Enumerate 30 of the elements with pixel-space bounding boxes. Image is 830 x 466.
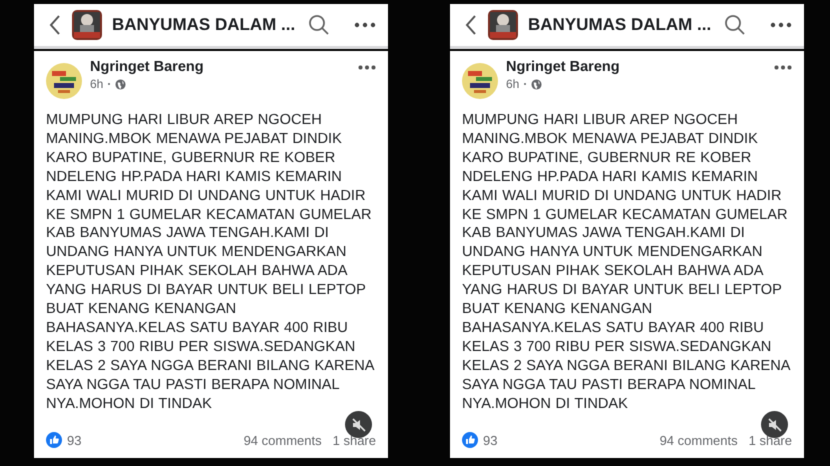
- comment-count[interactable]: 94 comments: [244, 432, 322, 448]
- more-icon[interactable]: [358, 65, 376, 70]
- like-icon: [462, 432, 478, 448]
- more-icon[interactable]: [774, 65, 792, 70]
- share-count[interactable]: 1 share: [748, 432, 792, 448]
- back-icon[interactable]: [464, 14, 478, 36]
- separator-dot: [524, 83, 526, 85]
- reaction-count: 93: [483, 432, 498, 448]
- back-icon[interactable]: [48, 14, 62, 36]
- muted-speaker-icon: [352, 418, 366, 432]
- group-title: BANYUMAS DALAM ...: [112, 15, 296, 35]
- muted-speaker-icon: [768, 418, 782, 432]
- post-text: MUMPUNG HARI LIBUR AREP NGOCEH MANING.MBOK MENAWA PEJABAT DINDIK KARO BUPATINE, GUBERNUR RE KOBER NDELENG HP.PADA HARI KAMIS KEMARIN KAMI WALI MURID DI UNDANG UNTUK HADIR KE SMPN 1 GUMELAR KECAMATAN GUMELAR KAB BANYUMAS JAWA TENGAH.KAMI DI UNDANG HANYA UNTUK MENDENGARKAN KEPUTUSAN PIHAK SEKOLAH BAHWA ADA YANG HARUS DI BAYAR UNTUK BELI LEPTOP BUAT KENANG KENANGAN BAHASANYA.KELAS SATU BAYAR 400 RIBU KELAS 3 700 RIBU PER SISWA.SEDANGKAN KELAS 2 SAYA NGGA BERANI BILANG KARENA SAYA NGGA TAU PASTI BERAPA NOMINAL NYA.MOHON DI TINDAK: [46, 111, 374, 414]
- post-text: MUMPUNG HARI LIBUR AREP NGOCEH MANING.MBOK MENAWA PEJABAT DINDIK KARO BUPATINE, GUBERNUR RE KOBER NDELENG HP.PADA HARI KAMIS KEMARIN KAMI WALI MURID DI UNDANG UNTUK HADIR KE SMPN 1 GUMELAR KECAMATAN GUMELAR KAB BANYUMAS JAWA TENGAH.KAMI DI UNDANG HANYA UNTUK MENDENGARKAN KEPUTUSAN PIHAK SEKOLAH BAHWA ADA YANG HARUS DI BAYAR UNTUK BELI LEPTOP BUAT KENANG KENANGAN BAHASANYA.KELAS SATU BAYAR 400 RIBU KELAS 3 700 RIBU PER SISWA.SEDANGKAN KELAS 2 SAYA NGGA BERANI BILANG KARENA SAYA NGGA TAU PASTI BERAPA NOMINAL NYA.MOHON DI TINDAK: [462, 111, 790, 414]
- separator-dot: [108, 83, 110, 85]
- author-name[interactable]: Ngringet Bareng: [506, 59, 766, 75]
- group-title: BANYUMAS DALAM ...: [528, 15, 712, 35]
- like-icon: [46, 432, 62, 448]
- share-count[interactable]: 1 share: [332, 432, 376, 448]
- search-icon[interactable]: [724, 14, 746, 36]
- post-time: 6h: [506, 77, 520, 91]
- author-name[interactable]: Ngringet Bareng: [90, 59, 350, 75]
- globe-icon: [531, 78, 542, 90]
- more-icon[interactable]: [770, 22, 792, 28]
- globe-icon: [115, 78, 126, 90]
- reaction-count: 93: [67, 432, 82, 448]
- post-time: 6h: [90, 77, 104, 91]
- comment-count[interactable]: 94 comments: [660, 432, 738, 448]
- search-icon[interactable]: [308, 14, 330, 36]
- more-icon[interactable]: [354, 22, 376, 28]
